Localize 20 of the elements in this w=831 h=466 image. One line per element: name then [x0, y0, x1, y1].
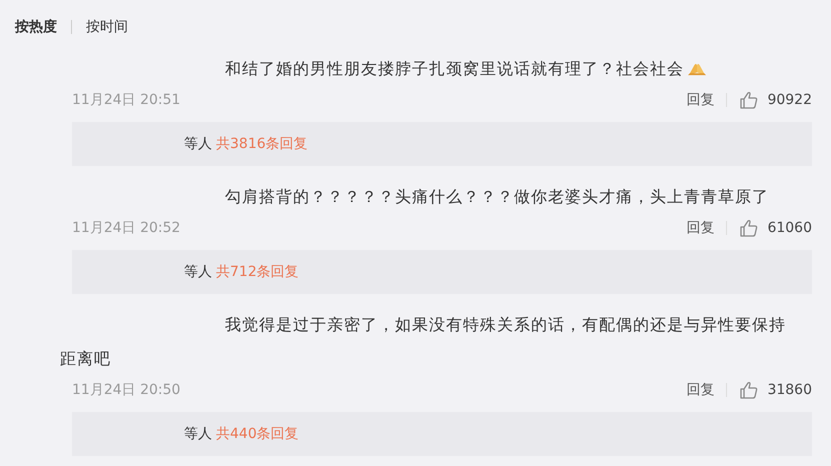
replies-text: 等人 [184, 425, 212, 443]
comment-time: 11月24日 20:51 [72, 91, 180, 109]
sort-tab[interactable]: 按时间 [86, 18, 128, 36]
comment-text: 我觉得是过于亲密了，如果没有特殊关系的话，有配偶的还是与异性要保持距离吧 [60, 314, 787, 370]
like-count: 90922 [767, 92, 812, 108]
sort-tab[interactable]: 按热度 [15, 18, 57, 36]
reply-link[interactable]: 回复 [686, 381, 714, 399]
comment-text: 勾肩搭背的？？？？？头痛什么？？？做你老婆头才痛，头上青青草原了 [224, 186, 770, 208]
replies-text: 等人 [184, 135, 212, 153]
reply-link[interactable]: 回复 [686, 91, 714, 109]
replies-text: 等人 [184, 263, 212, 281]
comment-time: 11月24日 20:50 [72, 381, 180, 399]
thumbs-up-icon[interactable] [739, 380, 760, 400]
thumbs-up-icon[interactable] [739, 218, 760, 238]
thumbs-up-icon[interactable] [739, 90, 760, 110]
comment-text: 和结了婚的男性朋友搂脖子扎颈窝里说话就有理了？社会社会 [60, 52, 800, 86]
like-count: 31860 [767, 382, 812, 398]
like-count: 61060 [767, 220, 812, 236]
comment-time: 11月24日 20:52 [72, 219, 180, 237]
reply-link[interactable]: 回复 [686, 219, 714, 237]
